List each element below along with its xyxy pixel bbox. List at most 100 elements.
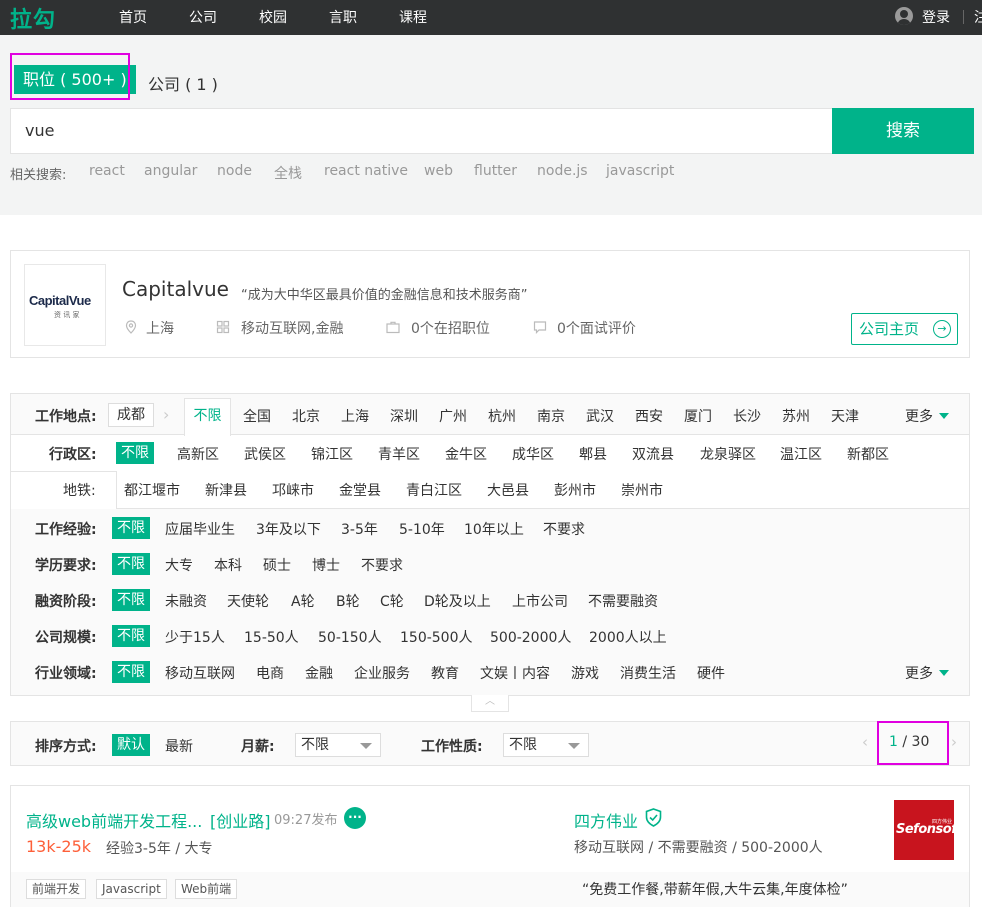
size-option[interactable]: 150-500人 (400, 627, 473, 647)
experience-option[interactable]: 应届毕业生 (165, 519, 235, 539)
login-link[interactable]: 登录 (922, 7, 950, 27)
funding-option[interactable]: 上市公司 (512, 591, 568, 611)
city-unlimited-tab[interactable]: 不限 (184, 398, 231, 436)
city-option[interactable]: 厦门 (684, 406, 712, 426)
city-option[interactable]: 南京 (537, 406, 565, 426)
education-option[interactable]: 博士 (312, 555, 340, 575)
job-company-logo[interactable]: 四方伟业 Sefonsoft (894, 800, 954, 860)
more-cities-button[interactable]: 更多 (905, 406, 949, 426)
next-page-icon[interactable]: › (951, 733, 957, 751)
size-unlimited[interactable]: 不限 (112, 625, 150, 647)
industry-option[interactable]: 电商 (256, 663, 284, 683)
education-option[interactable]: 大专 (165, 555, 193, 575)
city-option[interactable]: 北京 (292, 406, 320, 426)
size-option[interactable]: 2000人以上 (589, 627, 667, 647)
city-option[interactable]: 广州 (439, 406, 467, 426)
education-option[interactable]: 不要求 (361, 555, 403, 575)
district-option[interactable]: 都江堰市 (124, 480, 180, 500)
current-city-select[interactable]: 成都 (108, 403, 154, 427)
collapse-filters-button[interactable]: ︿ (471, 695, 509, 712)
experience-unlimited[interactable]: 不限 (112, 517, 150, 539)
district-option[interactable]: 新都区 (847, 444, 889, 464)
experience-option[interactable]: 不要求 (543, 519, 585, 539)
size-option[interactable]: 500-2000人 (490, 627, 571, 647)
related-link[interactable]: node (217, 163, 252, 179)
funding-option[interactable]: 不需要融资 (588, 591, 658, 611)
nav-yanzhi[interactable]: 言职 (329, 7, 357, 27)
related-link[interactable]: javascript (606, 163, 674, 179)
related-link[interactable]: react (89, 163, 125, 179)
city-option[interactable]: 全国 (243, 406, 271, 426)
funding-option[interactable]: A轮 (291, 591, 315, 611)
related-link[interactable]: 全栈 (274, 163, 302, 183)
related-link[interactable]: flutter (474, 163, 517, 179)
industry-option[interactable]: 消费生活 (620, 663, 676, 683)
industry-option[interactable]: 金融 (305, 663, 333, 683)
district-option[interactable]: 金堂县 (339, 480, 381, 500)
related-link[interactable]: react native (324, 163, 408, 179)
city-option[interactable]: 天津 (831, 406, 859, 426)
district-option[interactable]: 郫县 (579, 444, 607, 464)
company-logo[interactable]: CapitalVue 资 讯 家 (24, 264, 106, 346)
district-option[interactable]: 崇州市 (621, 480, 663, 500)
sort-latest[interactable]: 最新 (165, 736, 193, 756)
district-option[interactable]: 新津县 (205, 480, 247, 500)
size-option[interactable]: 15-50人 (244, 627, 299, 647)
sort-default[interactable]: 默认 (112, 734, 150, 756)
industry-option[interactable]: 企业服务 (354, 663, 410, 683)
salary-select[interactable]: 不限 (295, 733, 381, 757)
district-option[interactable]: 锦江区 (311, 444, 353, 464)
funding-option[interactable]: B轮 (336, 591, 360, 611)
district-option[interactable]: 彭州市 (554, 480, 596, 500)
city-option[interactable]: 西安 (635, 406, 663, 426)
district-option[interactable]: 温江区 (780, 444, 822, 464)
related-link[interactable]: node.js (537, 163, 588, 179)
industry-unlimited[interactable]: 不限 (112, 661, 150, 683)
related-link[interactable]: angular (144, 163, 197, 179)
nav-campus[interactable]: 校园 (259, 7, 287, 27)
job-title[interactable]: 高级web前端开发工程... (26, 808, 202, 832)
nav-company[interactable]: 公司 (189, 7, 217, 27)
size-option[interactable]: 少于15人 (165, 627, 225, 647)
industry-option[interactable]: 游戏 (571, 663, 599, 683)
district-option[interactable]: 高新区 (177, 444, 219, 464)
education-option[interactable]: 本科 (214, 555, 242, 575)
jobtype-select[interactable]: 不限 (503, 733, 589, 757)
district-option[interactable]: 大邑县 (487, 480, 529, 500)
tab-companies[interactable]: 公司 ( 1 ) (148, 71, 218, 95)
nav-home[interactable]: 首页 (119, 7, 147, 27)
funding-option[interactable]: C轮 (380, 591, 404, 611)
industry-option[interactable]: 文娱丨内容 (480, 663, 550, 683)
experience-option[interactable]: 10年以上 (464, 519, 524, 539)
funding-unlimited[interactable]: 不限 (112, 589, 150, 611)
district-option[interactable]: 金牛区 (445, 444, 487, 464)
prev-page-icon[interactable]: ‹ (862, 733, 868, 751)
search-button[interactable]: 搜索 (832, 108, 974, 154)
lagou-logo[interactable]: 拉勾 (10, 2, 56, 34)
industry-option[interactable]: 移动互联网 (165, 663, 235, 683)
experience-option[interactable]: 3-5年 (341, 519, 378, 539)
district-option[interactable]: 青羊区 (378, 444, 420, 464)
company-home-button[interactable]: 公司主页 → (851, 313, 958, 345)
more-industries-button[interactable]: 更多 (905, 663, 949, 683)
district-option[interactable]: 邛崃市 (272, 480, 314, 500)
funding-option[interactable]: D轮及以上 (424, 591, 491, 611)
district-option[interactable]: 武侯区 (244, 444, 286, 464)
size-option[interactable]: 50-150人 (318, 627, 382, 647)
company-name[interactable]: Capitalvue (122, 277, 229, 301)
nav-courses[interactable]: 课程 (399, 7, 427, 27)
chat-icon[interactable]: ··· (344, 807, 366, 829)
register-link[interactable]: 注 (974, 7, 982, 27)
district-option[interactable]: 成华区 (512, 444, 554, 464)
education-unlimited[interactable]: 不限 (112, 553, 150, 575)
search-input[interactable]: vue (10, 108, 832, 154)
funding-option[interactable]: 未融资 (165, 591, 207, 611)
city-option[interactable]: 长沙 (733, 406, 761, 426)
funding-option[interactable]: 天使轮 (227, 591, 269, 611)
district-option[interactable]: 龙泉驿区 (700, 444, 756, 464)
city-option[interactable]: 苏州 (782, 406, 810, 426)
experience-option[interactable]: 5-10年 (399, 519, 445, 539)
industry-option[interactable]: 硬件 (697, 663, 725, 683)
job-location[interactable]: [创业路] (210, 808, 271, 832)
education-option[interactable]: 硕士 (263, 555, 291, 575)
